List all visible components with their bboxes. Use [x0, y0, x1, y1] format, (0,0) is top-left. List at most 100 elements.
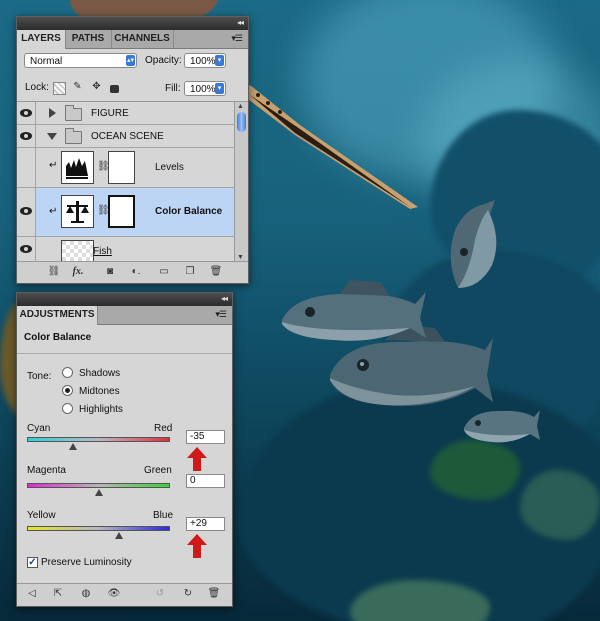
- clip-to-layer-icon[interactable]: ◍: [79, 588, 93, 600]
- link-layers-icon[interactable]: ⛓: [47, 266, 61, 278]
- chevron-down-icon[interactable]: ▾: [215, 55, 224, 66]
- color-balance-adjustment-icon[interactable]: [61, 195, 94, 228]
- visibility-toggle[interactable]: [17, 188, 36, 236]
- layer-row-levels[interactable]: ↵ ⛓ Levels: [17, 148, 237, 188]
- fish-layer-thumbnail[interactable]: [61, 240, 94, 262]
- adjustment-title: Color Balance: [24, 332, 92, 343]
- panel-menu-icon[interactable]: ▾☰: [215, 309, 227, 320]
- shadows-radio[interactable]: [62, 367, 73, 378]
- cyan-red-slider[interactable]: [27, 437, 170, 442]
- adjustments-panel-titlebar[interactable]: ◂◂: [17, 293, 232, 306]
- spear: [240, 85, 418, 209]
- layer-row-figure[interactable]: FIGURE: [17, 102, 237, 125]
- layer-style-fx-icon[interactable]: fx.: [71, 266, 85, 278]
- layer-mask-thumbnail[interactable]: [108, 151, 135, 184]
- layer-row-ocean-scene[interactable]: OCEAN SCENE: [17, 125, 237, 148]
- panel-menu-icon[interactable]: ▾☰: [231, 33, 243, 44]
- lock-all-icon[interactable]: [110, 85, 119, 93]
- layers-panel-titlebar[interactable]: ◂◂: [17, 17, 248, 30]
- visibility-toggle[interactable]: [17, 102, 36, 124]
- folder-icon: [65, 128, 82, 144]
- preserve-luminosity-checkbox[interactable]: ✓: [27, 557, 38, 568]
- chevron-down-icon[interactable]: ▾: [215, 83, 224, 94]
- levels-adjustment-icon[interactable]: [61, 151, 94, 184]
- disclosure-triangle-icon[interactable]: [49, 108, 56, 118]
- previous-state-icon[interactable]: ↺: [153, 588, 167, 600]
- scroll-up-icon[interactable]: ▲: [237, 103, 244, 110]
- midtones-radio[interactable]: [62, 385, 73, 396]
- layer-row-color-balance[interactable]: ↵ ⛓ Color Balance: [17, 188, 237, 237]
- annotation-arrow-up-icon: [187, 534, 207, 558]
- red-label: Red: [154, 423, 173, 434]
- back-arrow-icon[interactable]: ◁: [25, 588, 39, 600]
- lock-transparent-icon[interactable]: [53, 82, 66, 95]
- cyan-red-value-input[interactable]: -35: [186, 430, 225, 444]
- magenta-green-slider-knob[interactable]: [94, 489, 103, 496]
- toggle-visibility-icon[interactable]: 👁: [107, 588, 121, 600]
- opacity-label: Opacity:: [145, 55, 182, 66]
- yellow-blue-value-input[interactable]: +29: [186, 517, 225, 531]
- fill-input[interactable]: 100% ▾: [184, 81, 226, 96]
- fish-mid: [282, 280, 426, 341]
- visibility-toggle[interactable]: [17, 148, 36, 187]
- visibility-toggle[interactable]: [17, 125, 36, 147]
- fish-small: [464, 410, 540, 443]
- layer-row-fish[interactable]: Fish: [17, 237, 237, 262]
- blue-label: Blue: [153, 510, 174, 521]
- adjustments-tab-bar: ADJUSTMENTS ▾☰: [17, 306, 232, 325]
- layer-name: OCEAN SCENE: [91, 131, 164, 142]
- highlights-radio[interactable]: [62, 403, 73, 414]
- new-adjustment-layer-icon[interactable]: ◐.: [129, 266, 143, 278]
- magenta-green-slider[interactable]: [27, 483, 170, 488]
- fish-upper: [450, 200, 497, 288]
- tab-layers[interactable]: LAYERS: [17, 30, 66, 49]
- lock-label: Lock:: [25, 82, 49, 93]
- eye-icon[interactable]: [20, 245, 32, 253]
- collapse-icon[interactable]: ◂◂: [219, 295, 229, 303]
- chevron-updown-icon: ▴▾: [126, 55, 135, 66]
- tab-channels[interactable]: CHANNELS: [111, 30, 174, 48]
- magenta-green-value-input[interactable]: 0: [186, 474, 225, 488]
- new-group-icon[interactable]: ▭: [157, 266, 171, 278]
- reset-icon[interactable]: ↻: [181, 588, 195, 600]
- preserve-luminosity-label[interactable]: Preserve Luminosity: [41, 557, 132, 568]
- disclosure-triangle-icon[interactable]: [47, 133, 57, 140]
- yellow-blue-slider[interactable]: [27, 526, 170, 531]
- highlights-label[interactable]: Highlights: [79, 404, 123, 415]
- opacity-value: 100%: [190, 56, 216, 67]
- eye-icon[interactable]: [20, 109, 32, 117]
- eye-icon[interactable]: [20, 207, 32, 215]
- expand-view-icon[interactable]: ⇱: [51, 588, 65, 600]
- layers-scrollbar[interactable]: ▲ ▼: [234, 102, 248, 262]
- trash-icon[interactable]: 🗑: [209, 266, 223, 278]
- add-mask-icon[interactable]: ◙: [103, 266, 117, 278]
- annotation-arrow-up-icon: [187, 447, 207, 471]
- trash-icon[interactable]: 🗑: [207, 588, 221, 600]
- layers-tab-bar: LAYERS PATHS CHANNELS ▾☰: [17, 30, 248, 49]
- opacity-input[interactable]: 100% ▾: [184, 53, 226, 68]
- yellow-blue-slider-knob[interactable]: [115, 532, 124, 539]
- lock-paint-brush-icon[interactable]: ✎: [72, 81, 83, 92]
- tab-adjustments[interactable]: ADJUSTMENTS: [17, 306, 98, 325]
- visibility-toggle[interactable]: [17, 237, 36, 262]
- tone-label: Tone:: [27, 371, 52, 382]
- collapse-icon[interactable]: ◂◂: [235, 19, 245, 27]
- cyan-red-slider-knob[interactable]: [69, 443, 78, 450]
- layer-mask-thumbnail[interactable]: [108, 195, 135, 228]
- layer-name: Levels: [155, 162, 184, 173]
- new-layer-icon[interactable]: ❐: [183, 266, 197, 278]
- tab-paths[interactable]: PATHS: [65, 30, 112, 48]
- scroll-thumb[interactable]: [237, 112, 246, 132]
- green-label: Green: [144, 465, 172, 476]
- blend-mode-select[interactable]: Normal ▴▾: [24, 53, 137, 68]
- shadows-label[interactable]: Shadows: [79, 368, 120, 379]
- layers-bottom-toolbar: ⛓ fx. ◙ ◐. ▭ ❐ 🗑: [17, 261, 248, 283]
- scroll-down-icon[interactable]: ▼: [237, 254, 244, 261]
- lock-move-icon[interactable]: ✥: [91, 81, 102, 92]
- clip-arrow-icon: ↵: [49, 160, 58, 171]
- layer-name: Fish: [93, 246, 112, 257]
- yellow-label: Yellow: [27, 510, 56, 521]
- midtones-label[interactable]: Midtones: [79, 386, 120, 397]
- adjustments-bottom-toolbar: ◁ ⇱ ◍ 👁 ↺ ↻ 🗑: [17, 583, 232, 606]
- eye-icon[interactable]: [20, 132, 32, 140]
